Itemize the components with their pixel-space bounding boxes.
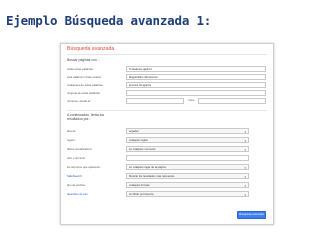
safesearch-link[interactable]: SafeSearch:: [67, 174, 125, 178]
terms-appearing-value: en cualquier lugar de la página: [129, 166, 166, 169]
language-row: idioma: español ▾: [67, 128, 267, 135]
last-update-row: última actualización: en cualquier momen…: [67, 146, 267, 153]
language-label: idioma:: [67, 129, 77, 133]
divider: [67, 54, 267, 55]
chevron-down-icon: ▾: [244, 184, 246, 188]
none-words-row: ninguna de estas palabras:: [67, 90, 267, 97]
none-words-label: ninguna de estas palabras:: [67, 91, 101, 95]
page-title: Búsqueda avanzada: [67, 46, 115, 52]
file-type-label: tipo de archivo:: [67, 183, 86, 187]
terms-appearing-select[interactable]: en cualquier lugar de la página ▾: [126, 164, 249, 170]
file-type-select[interactable]: cualquier formato ▾: [126, 182, 249, 188]
exact-phrase-row: esta palabra o frase exacta: Magistralit…: [67, 74, 267, 81]
file-type-row: tipo de archivo: cualquier formato ▾: [67, 182, 267, 189]
chevron-down-icon: ▾: [244, 148, 246, 152]
all-words-row: todas estas palabras: Trabalenes ajedrez: [67, 66, 267, 73]
region-value: cualquier región: [129, 139, 149, 142]
chevron-down-icon: ▾: [244, 175, 246, 179]
any-words-row: cualquiera de estas palabras: jóvenes Ve…: [67, 82, 267, 89]
all-words-label: todas estas palabras:: [67, 67, 94, 71]
any-words-input[interactable]: jóvenes Venganza: [126, 82, 266, 88]
all-words-input[interactable]: Trabalenes ajedrez: [126, 66, 266, 72]
site-domain-label: sitio o dominio:: [67, 156, 86, 160]
divider: [67, 110, 267, 111]
safesearch-row: SafeSearch: Mostrar los resultados más r…: [67, 173, 267, 180]
advanced-search-button[interactable]: Búsqueda avanzada: [237, 211, 266, 219]
advanced-search-screenshot: Búsqueda avanzada Buscar páginas con... …: [60, 43, 274, 225]
region-select[interactable]: cualquier región ▾: [126, 137, 249, 143]
exact-phrase-label: esta palabra o frase exacta:: [67, 75, 102, 79]
terms-appearing-label: los términos que aparecen:: [67, 165, 101, 169]
range-to-label: hasta: [188, 99, 195, 102]
language-value: español: [129, 130, 139, 133]
last-update-value: en cualquier momento: [129, 148, 156, 151]
chevron-down-icon: ▾: [244, 193, 246, 197]
region-row: región: cualquier región ▾: [67, 137, 267, 144]
narrow-heading: A continuación, limita los resultados po…: [67, 113, 105, 121]
chevron-down-icon: ▾: [244, 139, 246, 143]
terms-appearing-row: los términos que aparecen: en cualquier …: [67, 164, 267, 171]
range-to-input[interactable]: [198, 98, 266, 104]
any-words-label: cualquiera de estas palabras:: [67, 83, 104, 87]
language-select[interactable]: español ▾: [126, 128, 249, 134]
site-domain-input[interactable]: [126, 155, 249, 161]
site-domain-row: sitio o dominio:: [67, 155, 267, 162]
last-update-label: última actualización:: [67, 147, 93, 151]
region-label: región:: [67, 138, 76, 142]
file-type-value: cualquier formato: [129, 184, 150, 187]
find-heading: Buscar páginas con...: [67, 58, 100, 62]
none-words-input[interactable]: [126, 90, 266, 96]
usage-rights-value: sin filtrar por licencia: [129, 193, 154, 196]
usage-rights-row: derechos de uso: sin filtrar por licenci…: [67, 191, 267, 198]
usage-rights-select[interactable]: sin filtrar por licencia ▾: [126, 191, 249, 197]
chevron-down-icon: ▾: [244, 130, 246, 134]
range-from-input[interactable]: [126, 98, 184, 104]
slide-title: Ejemplo Búsqueda avanzada 1:: [6, 13, 212, 28]
chevron-down-icon: ▾: [244, 166, 246, 170]
exact-phrase-input[interactable]: Magistralitur Allmacenat: [126, 74, 266, 80]
number-range-row: números, desde el: hasta: [67, 98, 267, 105]
safesearch-value: Mostrar los resultados más relevantes: [129, 175, 175, 178]
safesearch-select[interactable]: Mostrar los resultados más relevantes ▾: [126, 173, 249, 179]
last-update-select[interactable]: en cualquier momento ▾: [126, 146, 249, 152]
usage-rights-link[interactable]: derechos de uso:: [67, 192, 125, 196]
number-range-label: números, desde el:: [67, 99, 91, 103]
